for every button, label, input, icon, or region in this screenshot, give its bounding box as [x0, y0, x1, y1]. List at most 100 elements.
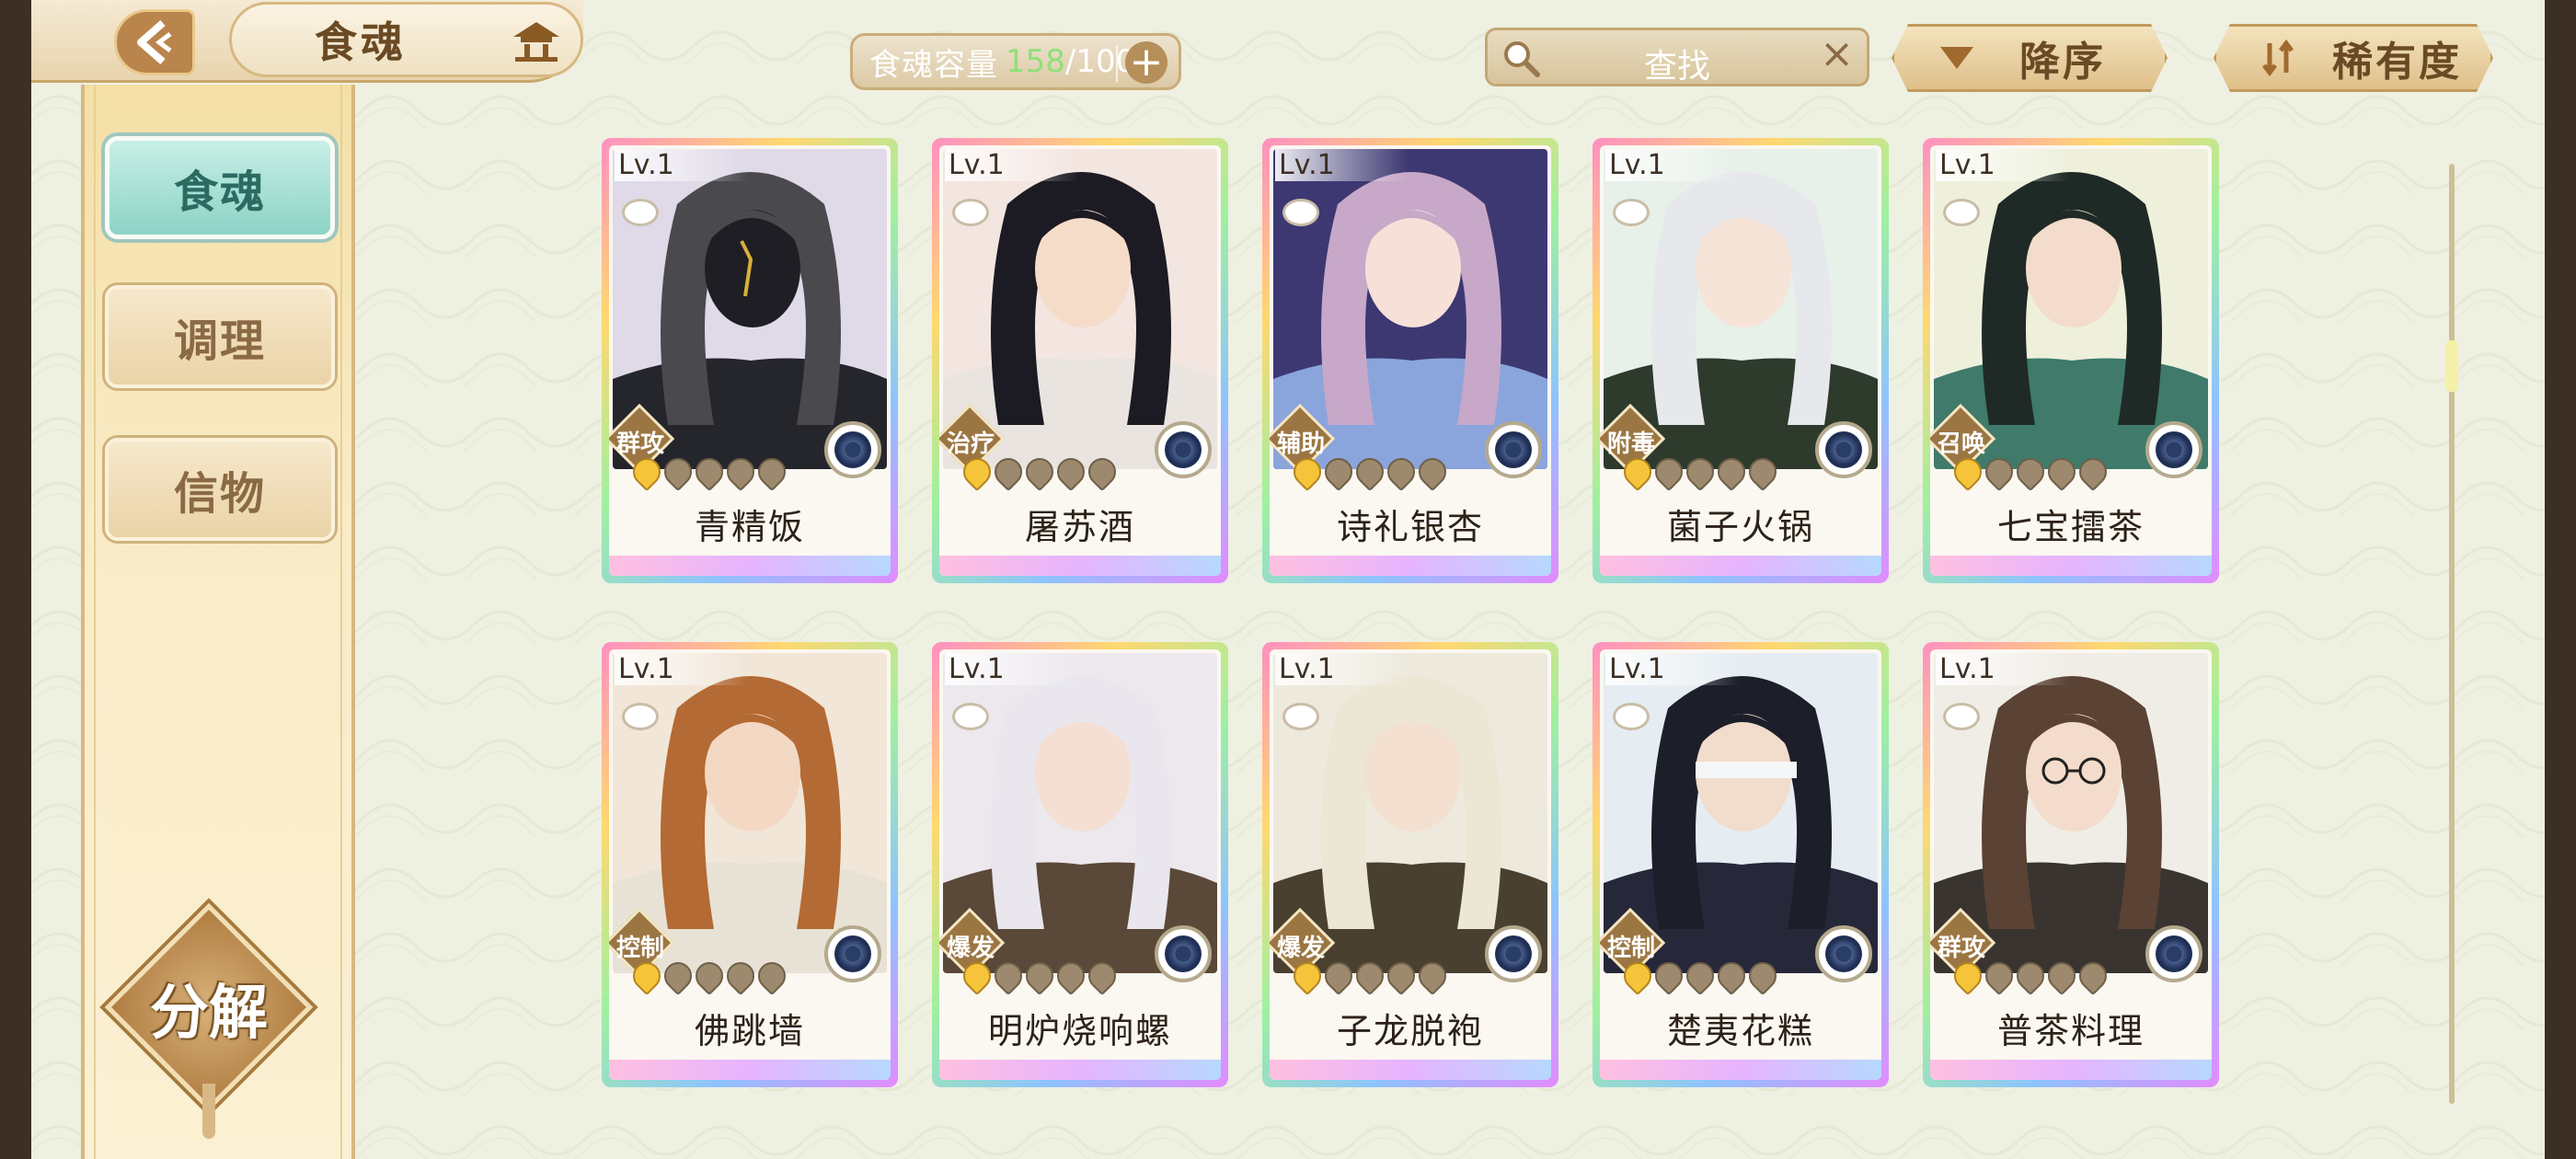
page-title: 食魂	[315, 17, 407, 67]
star-flame-icon	[1948, 452, 1988, 492]
clear-search-icon[interactable]: ×	[1820, 34, 1854, 75]
role-label: 群攻	[1937, 935, 1985, 962]
star-rating	[627, 956, 792, 996]
lock-badge-icon[interactable]	[622, 199, 659, 226]
card-body: Lv.1 群攻 青精饭	[609, 145, 891, 576]
sidebar-item-food-souls[interactable]: 食魂	[105, 136, 335, 239]
sidebar-item-cooking[interactable]: 调理	[105, 285, 335, 388]
star-flame-icon	[752, 452, 792, 492]
emblem-core	[1165, 935, 1202, 972]
star-flame-icon	[1617, 452, 1658, 492]
star-flame-icon	[689, 452, 730, 492]
left-bezel	[0, 0, 31, 1159]
plus-icon: +	[1129, 39, 1164, 86]
star-flame-icon	[689, 956, 730, 996]
game-screen: 食魂 食魂容量 158 / 1000 + 查找 × 降序 稀有度 食魂 调理 信…	[31, 0, 2545, 1159]
lock-badge-icon[interactable]	[952, 703, 989, 730]
star-flame-icon	[720, 956, 761, 996]
card-rarity-strip	[1930, 1060, 2212, 1080]
chevron-left-icon	[137, 19, 172, 65]
star-flame-icon	[1318, 452, 1359, 492]
lock-badge-icon[interactable]	[622, 703, 659, 730]
star-flame-icon	[627, 452, 667, 492]
expand-capacity-button[interactable]: +	[1125, 41, 1167, 84]
element-emblem-icon	[2145, 421, 2202, 478]
food-soul-card[interactable]: Lv.1 召唤 七宝擂茶	[1923, 138, 2219, 583]
card-rarity-strip	[609, 556, 891, 576]
star-flame-icon	[1051, 956, 1091, 996]
card-rarity-strip	[1600, 556, 1881, 576]
sidebar-item-tokens[interactable]: 信物	[105, 438, 335, 541]
search-input[interactable]: 查找 ×	[1485, 28, 1869, 86]
card-body: Lv.1 辅助 诗礼银杏	[1270, 145, 1551, 576]
app-root: 食魂 食魂容量 158 / 1000 + 查找 × 降序 稀有度 食魂 调理 信…	[0, 0, 2576, 1159]
star-flame-icon	[1742, 452, 1783, 492]
element-emblem-icon	[1815, 421, 1872, 478]
star-flame-icon	[2073, 452, 2113, 492]
star-rating	[957, 452, 1122, 492]
emblem-core	[834, 935, 871, 972]
sort-order-button[interactable]: 降序	[1892, 24, 2168, 92]
food-soul-card[interactable]: Lv.1 辅助 诗礼银杏	[1262, 138, 1558, 583]
card-body: Lv.1 群攻 普茶料理	[1930, 649, 2212, 1080]
capacity-divider	[1116, 45, 1118, 82]
star-flame-icon	[1649, 956, 1689, 996]
star-flame-icon	[1287, 956, 1328, 996]
card-body: Lv.1 爆发 明炉烧响螺	[939, 649, 1221, 1080]
lock-badge-icon[interactable]	[1613, 199, 1650, 226]
search-placeholder: 查找	[1643, 48, 1710, 86]
back-button[interactable]	[114, 9, 195, 75]
food-soul-card[interactable]: Lv.1 群攻 普茶料理	[1923, 642, 2219, 1087]
card-name: 佛跳墙	[694, 1011, 805, 1051]
card-rarity-strip	[609, 1060, 891, 1080]
role-label: 控制	[1606, 935, 1655, 962]
role-label: 附毒	[1606, 430, 1655, 458]
element-emblem-icon	[1815, 925, 1872, 982]
card-body: Lv.1 治疗 屠苏酒	[939, 145, 1221, 576]
food-soul-card[interactable]: Lv.1 群攻 青精饭	[602, 138, 898, 583]
star-flame-icon	[1711, 452, 1752, 492]
food-soul-card[interactable]: Lv.1 控制 楚夷花糕	[1593, 642, 1889, 1087]
decompose-button[interactable]: 分解	[104, 902, 314, 1139]
lock-badge-icon[interactable]	[952, 199, 989, 226]
element-emblem-icon	[2145, 925, 2202, 982]
star-rating	[1617, 452, 1783, 492]
pavilion-icon[interactable]	[510, 18, 563, 63]
card-rarity-strip	[1600, 1060, 1881, 1080]
card-rarity-strip	[1270, 1060, 1551, 1080]
sort-by-button[interactable]: 稀有度	[2214, 24, 2493, 92]
scrollbar-track[interactable]	[2449, 164, 2455, 1104]
emblem-core	[1495, 431, 1532, 468]
food-soul-card[interactable]: Lv.1 治疗 屠苏酒	[932, 138, 1228, 583]
food-soul-card[interactable]: Lv.1 附毒 菌子火锅	[1593, 138, 1889, 583]
role-label: 治疗	[946, 430, 995, 458]
star-rating	[1617, 956, 1783, 996]
star-flame-icon	[1412, 452, 1453, 492]
lock-badge-icon[interactable]	[1282, 703, 1319, 730]
right-bezel	[2545, 0, 2576, 1159]
card-level: Lv.1	[615, 653, 748, 685]
card-name: 诗礼银杏	[1336, 507, 1484, 547]
star-flame-icon	[1711, 956, 1752, 996]
lock-badge-icon[interactable]	[1613, 703, 1650, 730]
card-body: Lv.1 爆发 子龙脱袍	[1270, 649, 1551, 1080]
star-flame-icon	[1051, 452, 1091, 492]
food-soul-card[interactable]: Lv.1 爆发 明炉烧响螺	[932, 642, 1228, 1087]
star-flame-icon	[658, 452, 698, 492]
scrollbar-thumb[interactable]	[2445, 340, 2458, 392]
decompose-label: 分解	[150, 980, 268, 1048]
lock-badge-icon[interactable]	[1282, 199, 1319, 226]
sidebar-item-label: 信物	[173, 468, 266, 520]
food-soul-card[interactable]: Lv.1 控制 佛跳墙	[602, 642, 898, 1087]
sort-by-label: 稀有度	[2332, 39, 2462, 86]
lock-badge-icon[interactable]	[1943, 703, 1980, 730]
star-flame-icon	[627, 956, 667, 996]
element-emblem-icon	[824, 925, 881, 982]
card-body: Lv.1 附毒 菌子火锅	[1600, 145, 1881, 576]
star-rating	[957, 956, 1122, 996]
card-name: 菌子火锅	[1666, 507, 1814, 547]
lock-badge-icon[interactable]	[1943, 199, 1980, 226]
card-name: 青精饭	[694, 507, 805, 547]
food-soul-card[interactable]: Lv.1 爆发 子龙脱袍	[1262, 642, 1558, 1087]
card-name: 普茶料理	[1996, 1011, 2145, 1051]
